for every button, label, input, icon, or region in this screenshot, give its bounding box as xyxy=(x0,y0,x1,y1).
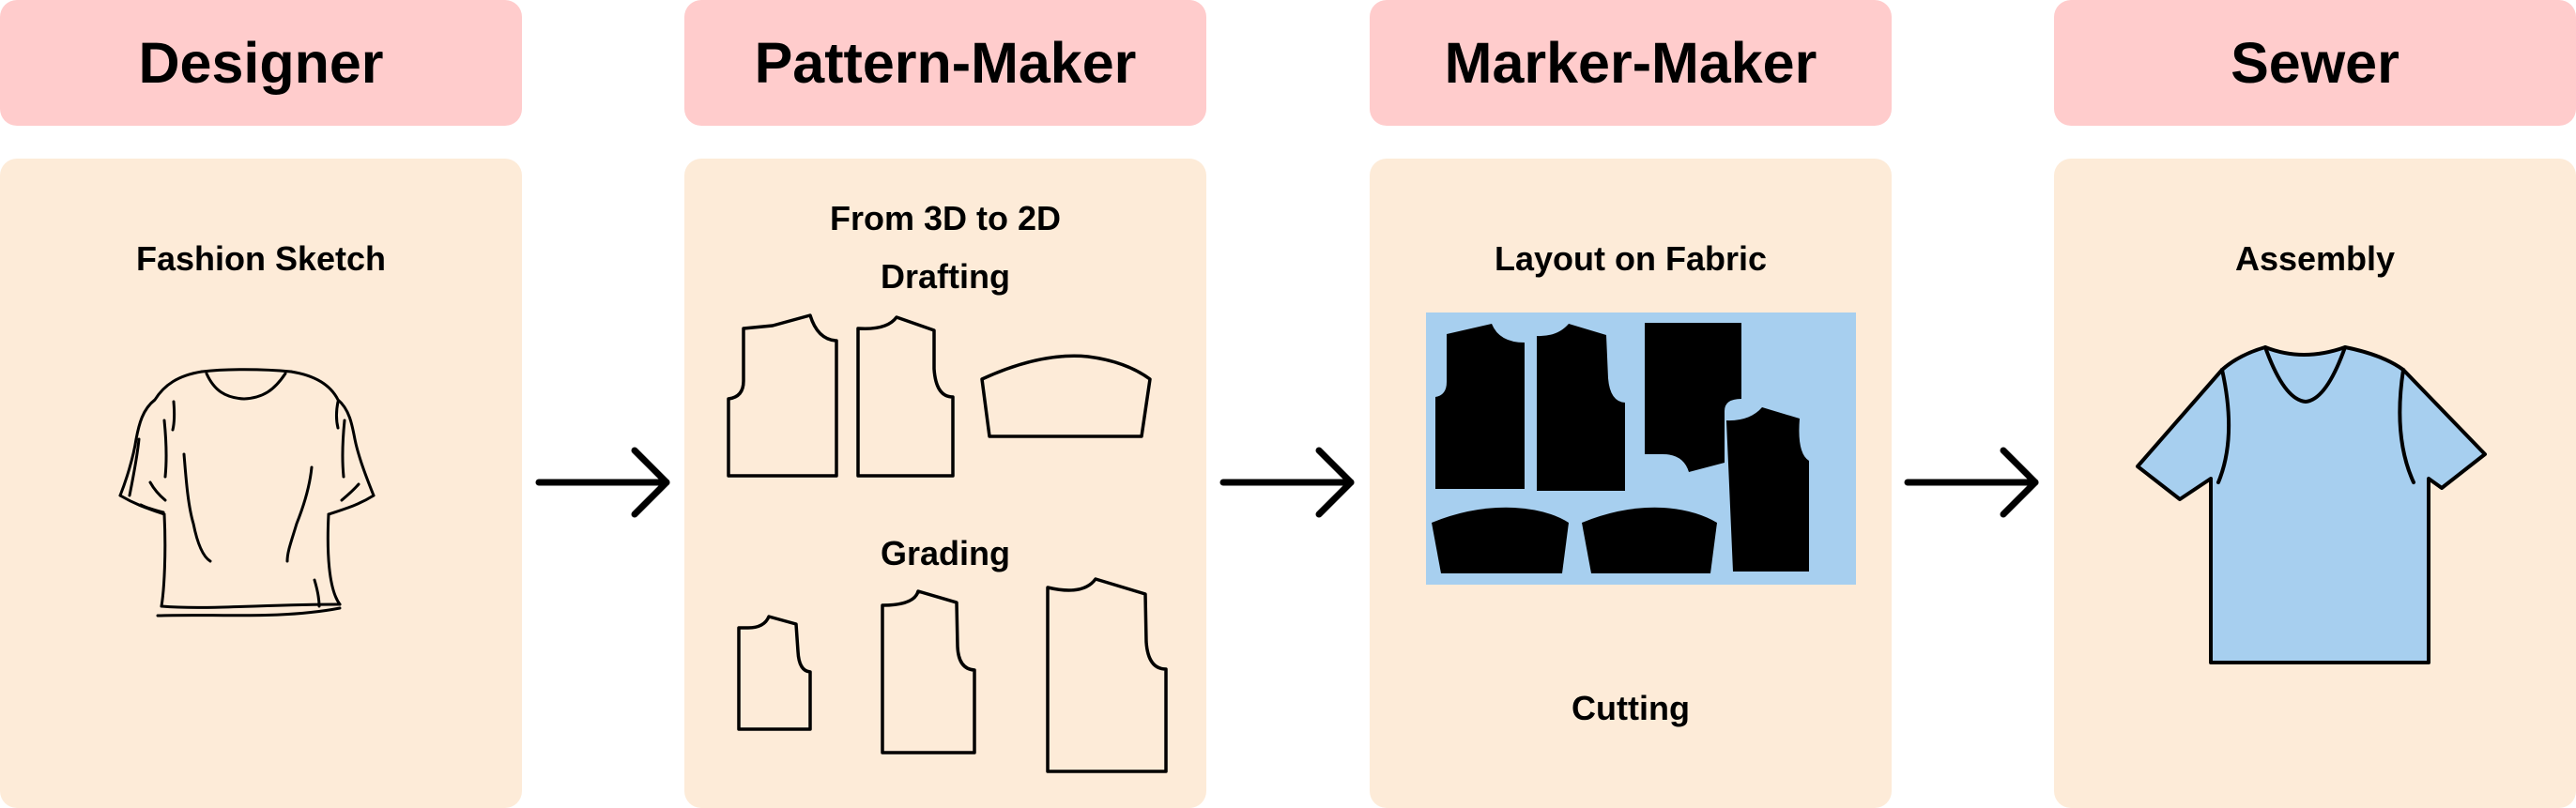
layout-on-fabric-label: Layout on Fabric xyxy=(1494,239,1768,278)
pattern-pieces xyxy=(727,313,1168,773)
stage-header-designer: Designer xyxy=(0,0,522,126)
stage-title: Designer xyxy=(138,31,384,95)
right-arrow-icon xyxy=(1904,447,2039,518)
back-bodice-piece xyxy=(856,315,955,478)
assembly-label: Assembly xyxy=(2234,239,2396,278)
marker-piece xyxy=(1582,507,1717,573)
stage-title: Sewer xyxy=(2231,31,2400,95)
marker-piece xyxy=(1435,324,1525,489)
stage-title: Pattern-Maker xyxy=(754,31,1137,95)
fashion-sketch-label: Fashion Sketch xyxy=(135,239,387,278)
pattern-maker-panel: From 3D to 2D Drafting Grading xyxy=(684,159,1206,808)
front-bodice-piece xyxy=(727,313,838,478)
tshirt-icon xyxy=(2136,345,2487,664)
right-arrow-icon xyxy=(1219,447,1355,518)
sewer-panel: Assembly xyxy=(2054,159,2576,808)
fabric-marker xyxy=(1426,313,1856,585)
marker-maker-panel: Layout on Fabric Cutting xyxy=(1370,159,1892,808)
designer-panel: Fashion Sketch xyxy=(0,159,522,808)
tshirt-sketch-icon xyxy=(118,368,376,617)
stage-header-pattern-maker: Pattern-Maker xyxy=(684,0,1206,126)
graded-piece-large xyxy=(1046,577,1168,773)
stage-header-sewer: Sewer xyxy=(2054,0,2576,126)
right-arrow-icon xyxy=(535,447,670,518)
graded-piece-medium xyxy=(881,589,976,755)
marker-piece xyxy=(1432,507,1569,573)
cutting-label: Cutting xyxy=(1572,689,1690,727)
graded-piece-small xyxy=(737,615,812,731)
sleeve-piece xyxy=(980,354,1152,438)
stage-header-marker-maker: Marker-Maker xyxy=(1370,0,1892,126)
marker-piece xyxy=(1726,407,1809,572)
stage-title: Marker-Maker xyxy=(1444,31,1817,95)
